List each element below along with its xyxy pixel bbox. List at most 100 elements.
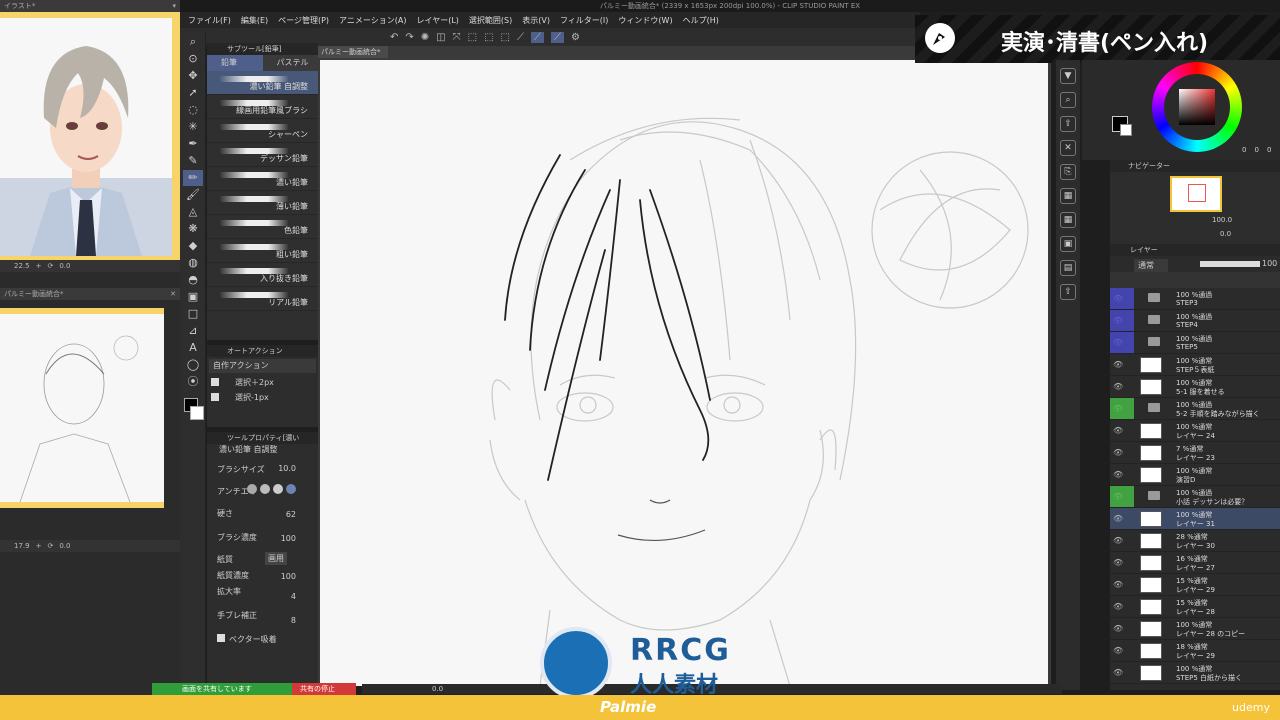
drawing-canvas[interactable] [320, 60, 1048, 686]
canvas-tab[interactable]: パルミー動画統合* [318, 46, 388, 58]
brush-item[interactable]: 粗い鉛筆 [207, 239, 318, 263]
clear-icon[interactable]: ✺ [421, 32, 429, 43]
menu-window[interactable]: ウィンドウ(W) [618, 15, 672, 26]
layer-row[interactable]: 👁 100 %通常 STEP５表紙 [1110, 354, 1280, 376]
menu-help[interactable]: ヘルプ(H) [683, 15, 719, 26]
opacity-value[interactable]: 100 [1262, 259, 1277, 268]
sub-color-swatch[interactable] [1120, 124, 1132, 136]
blend-icon[interactable]: ◍ [183, 255, 203, 271]
nav-rotation[interactable]: 0.0 [1220, 230, 1231, 238]
tab-pastel[interactable]: パステル [263, 55, 319, 71]
image-icon[interactable]: ▦ [1060, 188, 1076, 204]
action-item[interactable]: 選択-1px [207, 390, 318, 405]
action-set-select[interactable]: 自作アクション [209, 359, 316, 373]
brush-item[interactable]: 色鉛筆 [207, 215, 318, 239]
decoration-icon[interactable]: ❋ [183, 221, 203, 237]
layer-row[interactable]: 👁 15 %通常 レイヤー 28 [1110, 596, 1280, 618]
view-icon[interactable]: ⊙ [183, 51, 203, 67]
gradient-icon[interactable]: ▣ [183, 289, 203, 305]
layer-row[interactable]: 👁100 %通過STEP5 [1110, 332, 1280, 354]
layer-row[interactable]: 👁 100 %通常 レイヤー 24 [1110, 420, 1280, 442]
layer-row[interactable]: 👁 15 %通常 レイヤー 29 [1110, 574, 1280, 596]
correct-line-icon[interactable]: ⦿ [183, 374, 203, 390]
airbrush-icon[interactable]: ◬ [183, 204, 203, 220]
prop-row-paper[interactable]: 紙質 画用 [207, 550, 318, 568]
template-icon[interactable]: ▣ [1060, 236, 1076, 252]
layer-row[interactable]: 👁 100 %通常 演習D [1110, 464, 1280, 486]
layer-row[interactable]: 👁 100 %通常 レイヤー 31 [1110, 508, 1280, 530]
layer-row[interactable]: 👁 7 %通常 レイヤー 23 [1110, 442, 1280, 464]
prop-row-paper-density[interactable]: 紙質濃度 100 [207, 568, 318, 584]
eye-icon[interactable]: 👁 [1113, 602, 1123, 612]
brush-item[interactable]: デッサン鉛筆 [207, 143, 318, 167]
checkbox[interactable] [211, 378, 219, 386]
panel-icon[interactable]: ▤ [1060, 260, 1076, 276]
eye-icon[interactable]: 👁 [1113, 382, 1123, 392]
snap-special-icon[interactable]: ⟋ [530, 31, 544, 43]
pen-tool-icon[interactable]: ✎ [183, 153, 203, 169]
export-icon[interactable]: ⇪ [1060, 116, 1076, 132]
menu-filter[interactable]: フィルター(I) [560, 15, 608, 26]
brush-item[interactable]: 薄い鉛筆 [207, 191, 318, 215]
prop-row-antialias[interactable]: アンチエイ [207, 480, 318, 502]
layer-row[interactable]: 👁100 %通過STEP4 [1110, 310, 1280, 332]
eye-icon[interactable]: 👁 [1113, 360, 1123, 370]
select-icon[interactable]: ⬚ [468, 32, 477, 43]
eye-icon[interactable]: 👁 [1113, 624, 1123, 634]
text-tool-icon[interactable]: A [183, 340, 203, 356]
grid-icon[interactable]: ▦ [1060, 212, 1076, 228]
eye-icon[interactable]: 👁 [1113, 558, 1123, 568]
zoom-tool-icon[interactable]: ⌕ [183, 34, 203, 50]
prop-row-scale[interactable]: 拡大率 4 [207, 584, 318, 606]
preview-top-tab[interactable]: イラスト* ▾ [0, 0, 180, 12]
layer-row[interactable]: 👁100 %通過小話 デッサンは必要？ [1110, 486, 1280, 508]
layer-row[interactable]: 👁 18 %通常 レイヤー 29 [1110, 640, 1280, 662]
brush-item[interactable]: 入り抜き鉛筆 [207, 263, 318, 287]
layer-row[interactable]: 👁 16 %通常 レイヤー 27 [1110, 552, 1280, 574]
blend-mode-select[interactable]: 通常 [1134, 259, 1168, 272]
brush-item[interactable]: 濃い鉛筆 自調整 [207, 71, 318, 95]
layer-row[interactable]: 👁 100 %通常 5-1 服を着せる [1110, 376, 1280, 398]
menu-edit[interactable]: 編集(E) [241, 15, 268, 26]
eyedropper-icon[interactable]: ✒ [183, 136, 203, 152]
settings-icon[interactable]: ⚙ [571, 32, 580, 43]
prop-row-brush-size[interactable]: ブラシサイズ 10.0 [207, 456, 318, 480]
eye-icon[interactable]: 👁 [1113, 580, 1123, 590]
opacity-slider[interactable] [1200, 261, 1260, 267]
layer-row[interactable]: 👁 100 %通常 STEP5 白紙から描く [1110, 662, 1280, 684]
lasso-tool-icon[interactable]: ◌ [183, 102, 203, 118]
copy-icon[interactable]: ⎘ [1060, 164, 1076, 180]
eye-icon[interactable]: 👁 [1113, 470, 1123, 480]
stop-sharing-button[interactable]: 共有の停止 [292, 683, 356, 695]
brush-tool-icon[interactable]: 🖌 [183, 187, 203, 203]
checkbox[interactable] [211, 393, 219, 401]
eye-icon[interactable]: 👁 [1113, 646, 1123, 656]
brush-item[interactable]: リアル鉛筆 [207, 287, 318, 311]
preview-bottom-tab[interactable]: パルミー動画統合* ✕ [0, 288, 180, 300]
eye-icon[interactable]: 👁 [1113, 536, 1123, 546]
crop-icon[interactable]: ⬚ [501, 32, 510, 43]
close-icon[interactable]: ✕ [1060, 140, 1076, 156]
layer-move-icon[interactable]: ▼ [1060, 68, 1076, 84]
antialias-options[interactable] [247, 484, 303, 496]
nav-zoom[interactable]: 100.0 [1212, 216, 1232, 224]
menu-layer[interactable]: レイヤー(L) [416, 15, 458, 26]
layer-row[interactable]: 👁100 %通過STEP3 [1110, 288, 1280, 310]
search-icon[interactable]: ⌕ [1060, 92, 1076, 108]
layer-row[interactable]: 👁 100 %通常 レイヤー 28 のコピー [1110, 618, 1280, 640]
redo-icon[interactable]: ↷ [405, 32, 413, 43]
brush-item[interactable]: シャーペン [207, 119, 318, 143]
layer-row[interactable]: 👁100 %通過5-2 手順を踏みながら描く [1110, 398, 1280, 420]
menu-file[interactable]: ファイル(F) [188, 15, 231, 26]
eye-icon[interactable]: 👁 [1113, 448, 1123, 458]
color-wheel[interactable] [1152, 62, 1242, 152]
prop-row-vector-snap[interactable]: ベクター吸着 [207, 630, 318, 648]
menu-page[interactable]: ページ管理(P) [278, 15, 329, 26]
checkbox[interactable] [217, 634, 225, 642]
eye-icon[interactable]: 👁 [1113, 668, 1123, 678]
eraser-icon[interactable]: ◆ [183, 238, 203, 254]
brush-item[interactable]: 線画用鉛筆風ブラシ [207, 95, 318, 119]
operation-tool-icon[interactable]: ➚ [183, 85, 203, 101]
undo-icon[interactable]: ↶ [390, 32, 398, 43]
magic-wand-icon[interactable]: ✳ [183, 119, 203, 135]
